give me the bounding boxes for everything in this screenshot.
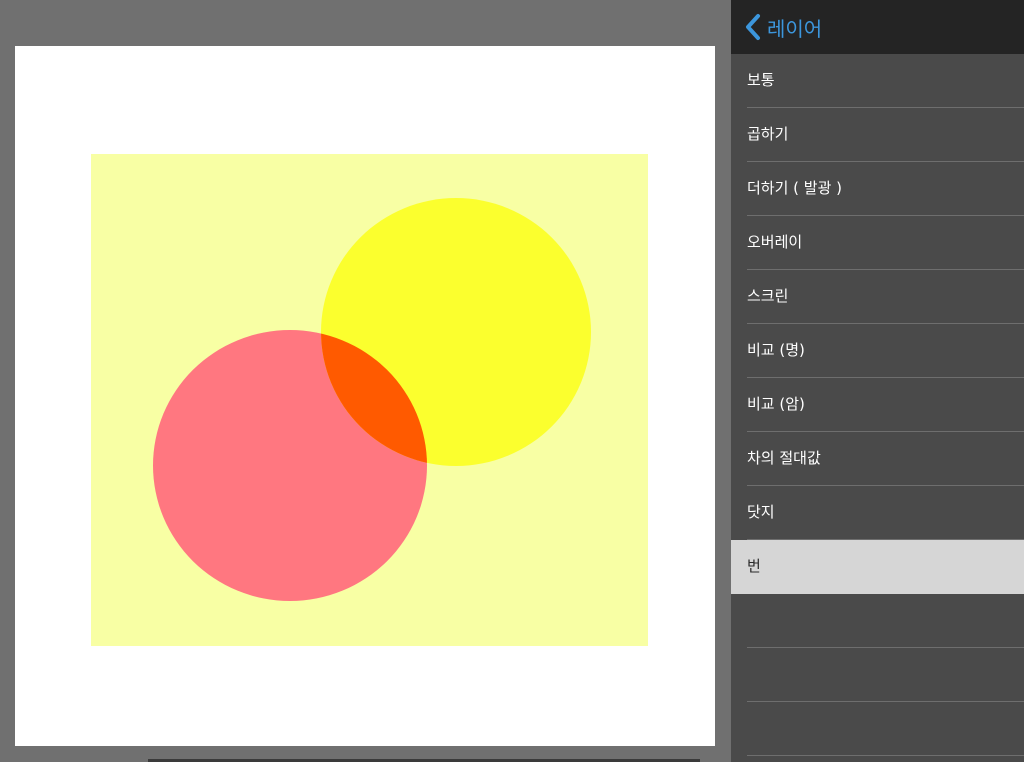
blend-mode-item[interactable] — [731, 648, 1024, 702]
blend-mode-item[interactable] — [731, 702, 1024, 756]
blend-mode-panel: 레이어 보통곱하기더하기 ( 발광 ) 오버레이스크린비교 (명) 비교 (암) 차의… — [731, 0, 1024, 762]
blend-mode-item-label: 보통 — [747, 71, 775, 89]
chevron-left-icon[interactable] — [743, 12, 765, 42]
blend-mode-item-label: 오버레이 — [747, 233, 803, 251]
blend-mode-item-label: 차의 절대값 — [747, 449, 821, 467]
blend-mode-item-label: 번 — [747, 557, 761, 575]
item-divider — [747, 755, 1024, 756]
blend-mode-item[interactable]: 스크린 — [731, 270, 1024, 324]
blend-mode-item-label: 곱하기 — [747, 125, 789, 143]
blend-mode-item-label: 비교 (명) — [747, 341, 805, 359]
blend-mode-item[interactable]: 번 — [731, 540, 1024, 594]
blend-mode-item-label: 스크린 — [747, 287, 789, 305]
blend-mode-item[interactable]: 닷지 — [731, 486, 1024, 540]
canvas-area[interactable] — [0, 0, 731, 762]
circle-overlap-region — [321, 330, 427, 466]
blend-mode-item[interactable]: 차의 절대값 — [731, 432, 1024, 486]
blend-mode-item-label: 더하기 ( 발광 ) — [747, 179, 843, 197]
blend-mode-item-label: 닷지 — [747, 503, 775, 521]
blend-mode-item[interactable]: 보통 — [731, 54, 1024, 108]
blend-mode-item[interactable] — [731, 594, 1024, 648]
panel-title: 레이어 — [767, 16, 823, 41]
blend-mode-item[interactable]: 비교 (명) — [731, 324, 1024, 378]
blend-mode-item[interactable]: 오버레이 — [731, 216, 1024, 270]
blend-mode-item[interactable]: 더하기 ( 발광 ) — [731, 162, 1024, 216]
blend-mode-item[interactable]: 곱하기 — [731, 108, 1024, 162]
blend-mode-item-label: 비교 (암) — [747, 395, 805, 413]
blend-mode-item[interactable]: 비교 (암) — [731, 378, 1024, 432]
panel-header: 레이어 — [731, 0, 1024, 54]
document-page[interactable] — [15, 46, 715, 746]
